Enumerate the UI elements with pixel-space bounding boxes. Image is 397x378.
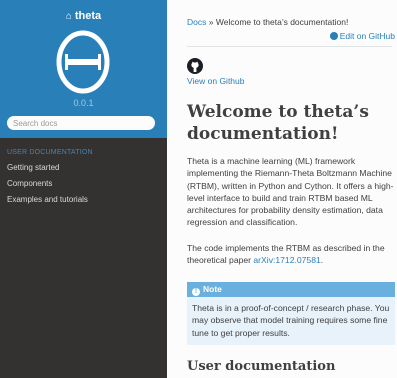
- page-title: Welcome to theta’s documentation!: [187, 102, 369, 144]
- breadcrumb-separator: »: [208, 17, 214, 27]
- edit-on-github-label: Edit on GitHub: [339, 31, 395, 41]
- sidebar-item-getting-started[interactable]: Getting started: [7, 163, 59, 172]
- header-divider: [187, 46, 392, 47]
- section-title: User documentation: [187, 359, 336, 374]
- breadcrumb-current: Welcome to theta’s documentation!: [215, 17, 349, 27]
- edit-on-github-link[interactable]: Edit on GitHub: [329, 31, 395, 41]
- note-header: ! Note: [187, 282, 395, 297]
- main-content: Docs » Welcome to theta’s documentation!…: [167, 0, 397, 378]
- sidebar-item-examples[interactable]: Examples and tutorials: [7, 195, 88, 204]
- intro-paragraph: Theta is a machine learning (ML) framewo…: [187, 156, 394, 228]
- theta-logo: [56, 30, 110, 94]
- note-admonition: ! Note Theta is in a proof-of-concept / r…: [187, 282, 395, 345]
- implements-paragraph: The code implements the RTBM as describe…: [187, 242, 395, 267]
- sidebar: ⌂theta 0.0.1 USER DOCUMENTATION Getting …: [0, 0, 167, 378]
- breadcrumb: Docs » Welcome to theta’s documentation!: [187, 17, 348, 27]
- view-on-github-link[interactable]: View on Github: [187, 76, 245, 86]
- home-icon: ⌂: [65, 11, 72, 22]
- note-body: Theta is in a proof-of-concept / researc…: [192, 303, 390, 338]
- note-heading: Note: [203, 284, 222, 294]
- project-name: theta: [74, 10, 102, 22]
- project-home-link[interactable]: ⌂ theta: [0, 10, 167, 22]
- breadcrumb-docs-link[interactable]: Docs: [187, 17, 206, 27]
- github-icon: [329, 32, 338, 40]
- sidebar-item-components[interactable]: Components: [7, 179, 52, 188]
- paper-link[interactable]: arXiv:1712.07581: [253, 255, 320, 265]
- version-label: 0.0.1: [73, 98, 94, 108]
- search-input[interactable]: [7, 116, 155, 130]
- sidebar-header: ⌂ theta 0.0.1: [0, 0, 167, 138]
- github-logo-icon[interactable]: [187, 58, 203, 74]
- implements-end: .: [320, 255, 324, 266]
- nav-caption: USER DOCUMENTATION: [7, 149, 93, 156]
- info-icon: !: [192, 288, 200, 296]
